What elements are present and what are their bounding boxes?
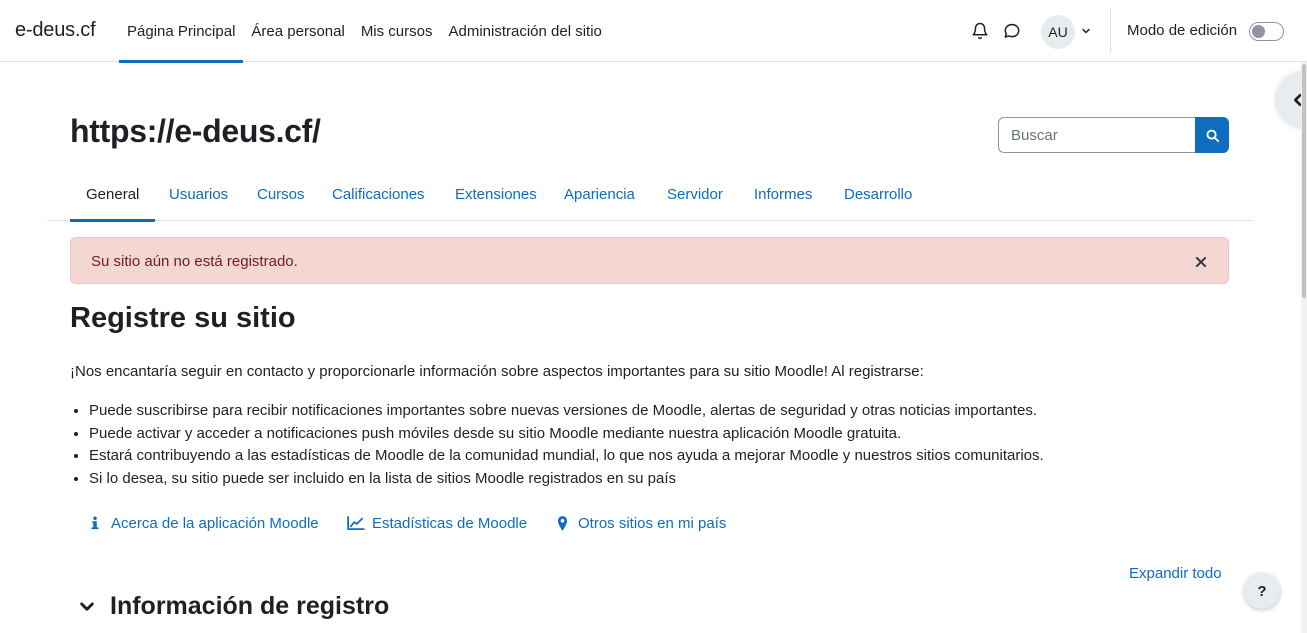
edit-mode-label: Modo de edición: [1127, 22, 1238, 39]
search-input[interactable]: [998, 117, 1195, 153]
link-label: Estadísticas de Moodle: [372, 514, 528, 532]
section-heading: Registre su sitio: [70, 302, 296, 334]
edit-mode-toggle[interactable]: [1249, 22, 1284, 41]
admin-search: [998, 117, 1229, 153]
list-item: Puede activar y acceder a notificaciones…: [89, 423, 1044, 446]
link-label: Otros sitios en mi país: [578, 514, 727, 532]
expand-all-link[interactable]: Expandir todo: [1129, 565, 1222, 582]
primary-navigation: Página Principal Área personal Mis curso…: [119, 0, 610, 63]
notifications-button[interactable]: [968, 19, 992, 43]
close-icon: [1195, 256, 1207, 268]
link-label: Acerca de la aplicación Moodle: [111, 514, 319, 532]
collapsible-section-header[interactable]: Información de registro: [78, 592, 389, 621]
scrollbar-thumb[interactable]: [1302, 64, 1306, 298]
admin-tabs: General Usuarios Cursos Calificaciones E…: [47, 168, 1253, 222]
tab-grades[interactable]: Calificaciones: [332, 168, 425, 221]
bell-icon: [972, 22, 988, 40]
help-button[interactable]: ?: [1244, 573, 1280, 609]
map-pin-icon: [551, 515, 573, 531]
tab-reports[interactable]: Informes: [754, 168, 812, 221]
chat-bubble-icon: [1004, 23, 1020, 38]
page-title: https://e-deus.cf/: [70, 113, 321, 149]
not-registered-alert: Su sitio aún no está registrado.: [70, 237, 1229, 284]
navbar-divider: [1110, 9, 1111, 53]
list-item: Estará contribuyendo a las estadísticas …: [89, 445, 1044, 468]
tab-server[interactable]: Servidor: [667, 168, 723, 221]
info-icon: [84, 516, 106, 530]
alert-close-button[interactable]: [1194, 255, 1208, 269]
benefits-list: Puede suscribirse para recibir notificac…: [89, 400, 1044, 490]
tab-appearance[interactable]: Apariencia: [564, 168, 635, 221]
toggle-knob: [1252, 25, 1265, 38]
link-other-sites[interactable]: Otros sitios en mi país: [551, 512, 726, 534]
intro-text: ¡Nos encantaría seguir en contacto y pro…: [70, 363, 924, 380]
top-navbar: e-deus.cf Página Principal Área personal…: [0, 0, 1307, 63]
user-avatar[interactable]: AU: [1041, 15, 1075, 49]
link-about-moodle-app[interactable]: Acerca de la aplicación Moodle: [84, 512, 319, 534]
tab-plugins[interactable]: Extensiones: [455, 168, 537, 221]
section-title: Información de registro: [110, 592, 390, 620]
tab-development[interactable]: Desarrollo: [844, 168, 912, 221]
alert-message: Su sitio aún no está registrado.: [91, 253, 298, 270]
tab-courses[interactable]: Cursos: [257, 168, 305, 221]
nav-item-site-admin[interactable]: Administración del sitio: [441, 0, 610, 62]
page-scrollbar[interactable]: [1301, 62, 1307, 633]
chevron-down-icon[interactable]: [78, 598, 96, 616]
nav-item-home[interactable]: Página Principal: [119, 0, 244, 63]
nav-item-my-courses[interactable]: Mis cursos: [353, 0, 441, 62]
messages-button[interactable]: [1000, 19, 1024, 43]
nav-item-dashboard[interactable]: Área personal: [243, 0, 352, 62]
search-icon: [1206, 129, 1219, 142]
link-moodle-statistics[interactable]: Estadísticas de Moodle: [345, 512, 527, 534]
tab-users[interactable]: Usuarios: [169, 168, 228, 221]
user-menu-chevron-down-icon[interactable]: [1080, 24, 1092, 41]
list-item: Si lo desea, su sitio puede ser incluido…: [89, 468, 1044, 491]
tab-general[interactable]: General: [69, 168, 156, 222]
line-chart-icon: [345, 516, 367, 530]
list-item: Puede suscribirse para recibir notificac…: [89, 400, 1044, 423]
search-button[interactable]: [1195, 117, 1229, 153]
site-brand[interactable]: e-deus.cf: [15, 19, 96, 42]
